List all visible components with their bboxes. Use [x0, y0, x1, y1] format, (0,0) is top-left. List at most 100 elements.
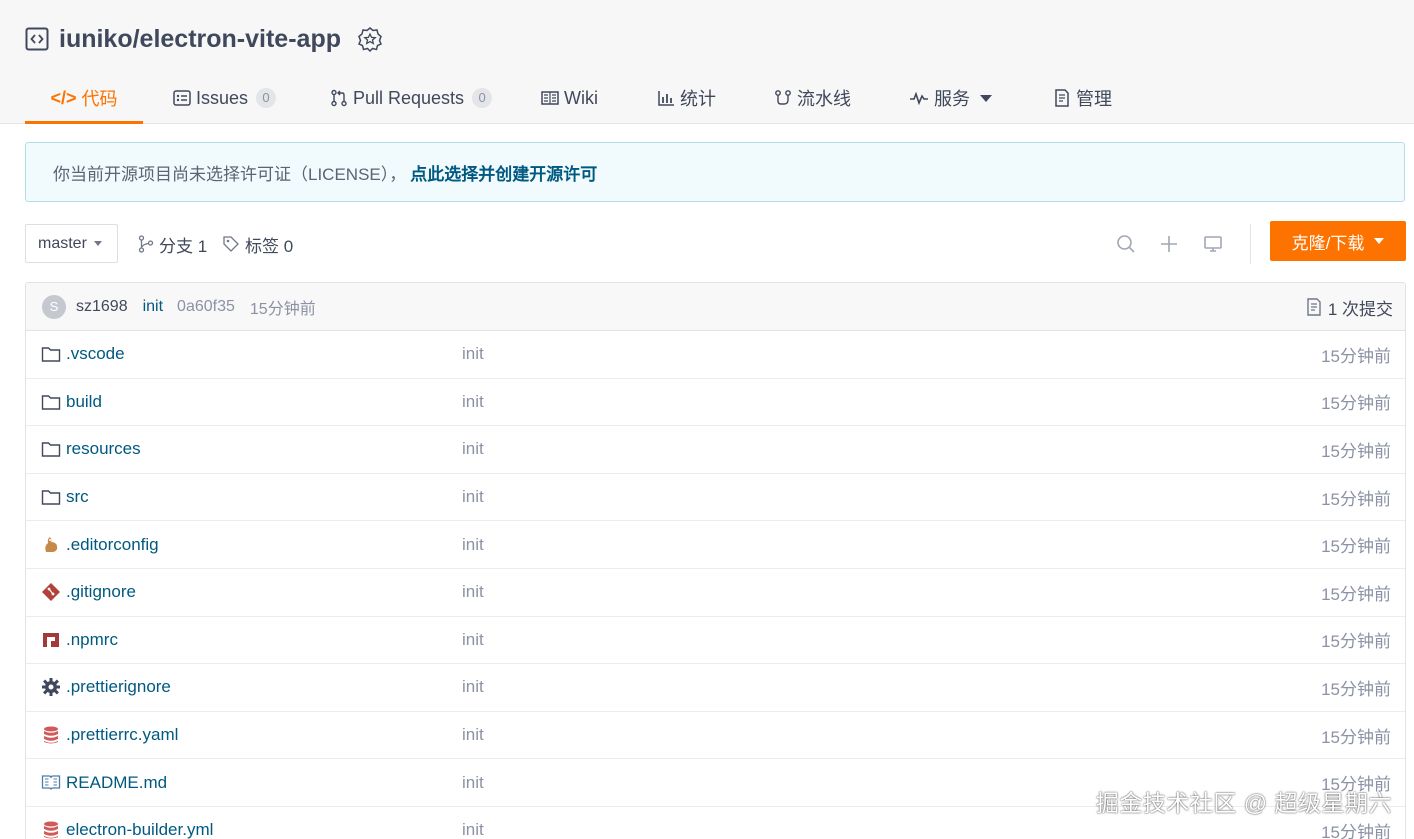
- gear-icon: [41, 677, 61, 697]
- file-commit-time: 15分钟前: [1321, 822, 1391, 839]
- table-row[interactable]: .gitignore init 15分钟前: [26, 569, 1405, 617]
- commit-sha-link[interactable]: 0a60f35: [177, 298, 235, 316]
- table-row[interactable]: .npmrc init 15分钟前: [26, 617, 1405, 665]
- file-commit-message-link[interactable]: init: [462, 535, 484, 555]
- tab-pull-requests[interactable]: Pull Requests 0: [330, 72, 493, 124]
- tab-code[interactable]: </> 代码: [25, 72, 143, 124]
- file-commit-time: 15分钟前: [1321, 394, 1391, 414]
- file-name-link[interactable]: .prettierignore: [66, 677, 171, 697]
- book-icon: [541, 91, 559, 105]
- watermark-text: 掘金技术社区 @ 超级星期六: [1095, 790, 1392, 816]
- file-commit-message-link[interactable]: init: [462, 344, 484, 364]
- config-file-icon: [41, 820, 61, 839]
- file-commit-time: 15分钟前: [1321, 489, 1391, 509]
- license-notice-text: 你当前开源项目尚未选择许可证（LICENSE），: [53, 164, 407, 184]
- file-commit-time: 15分钟前: [1321, 632, 1391, 652]
- table-row[interactable]: .vscode init 15分钟前: [26, 331, 1405, 379]
- file-commit-time: 15分钟前: [1321, 441, 1391, 461]
- file-commit-time: 15分钟前: [1321, 584, 1391, 604]
- table-row[interactable]: .prettierrc.yaml init 15分钟前: [26, 712, 1405, 760]
- file-name-link[interactable]: .vscode: [66, 344, 125, 364]
- repo-toolbar: master 分支 1 标签 0 克隆/下载: [25, 221, 1406, 264]
- file-commit-message-link[interactable]: init: [462, 820, 484, 839]
- add-file-icon[interactable]: [1157, 232, 1181, 256]
- caret-down-icon: [93, 241, 102, 246]
- create-license-link[interactable]: 点此选择并创建开源许可: [410, 160, 597, 185]
- file-commit-message-link[interactable]: init: [462, 439, 484, 459]
- folder-icon: [41, 439, 61, 459]
- tab-wiki[interactable]: Wiki: [541, 72, 598, 124]
- tag-icon: [223, 236, 239, 252]
- file-commit-time: 15分钟前: [1321, 679, 1391, 699]
- file-name-link[interactable]: build: [66, 392, 102, 412]
- issues-icon: [173, 90, 191, 106]
- commits-doc-icon: [1307, 298, 1321, 316]
- caret-down-icon: [1374, 238, 1385, 244]
- git-icon: [41, 582, 61, 602]
- repo-code-icon: [25, 27, 49, 51]
- file-commit-message-link[interactable]: init: [462, 582, 484, 602]
- table-row[interactable]: .editorconfig init 15分钟前: [26, 521, 1405, 569]
- folder-icon: [41, 392, 61, 412]
- file-name-link[interactable]: resources: [66, 439, 141, 459]
- tab-pipeline[interactable]: 流水线: [774, 72, 851, 124]
- file-tree: S sz1698 init 0a60f35 15分钟前 1 次提交 .vscod…: [25, 282, 1406, 839]
- file-commit-message-link[interactable]: init: [462, 487, 484, 507]
- folder-icon: [41, 487, 61, 507]
- file-name-link[interactable]: .prettierrc.yaml: [66, 725, 178, 745]
- commit-message-link[interactable]: init: [143, 298, 163, 316]
- commit-author-link[interactable]: sz1698: [76, 298, 128, 316]
- repo-title: iuniko/electron-vite-app: [25, 22, 383, 56]
- file-name-link[interactable]: .editorconfig: [66, 535, 159, 555]
- table-row[interactable]: src init 15分钟前: [26, 474, 1405, 522]
- folder-icon: [41, 344, 61, 364]
- pipeline-icon: [775, 90, 791, 105]
- pr-count-badge: 0: [472, 88, 493, 108]
- table-row[interactable]: resources init 15分钟前: [26, 426, 1405, 474]
- file-commit-message-link[interactable]: init: [462, 725, 484, 745]
- editorconfig-icon: [41, 534, 61, 554]
- config-file-icon: [41, 725, 61, 745]
- clone-download-button[interactable]: 克隆/下载: [1270, 221, 1406, 261]
- commit-count-link[interactable]: 1 次提交: [1306, 283, 1393, 331]
- recommended-badge-icon[interactable]: [357, 26, 383, 52]
- chevron-down-icon: [980, 94, 992, 102]
- pull-request-icon: [331, 89, 347, 107]
- web-ide-icon[interactable]: [1201, 232, 1225, 256]
- latest-commit-bar: S sz1698 init 0a60f35 15分钟前 1 次提交: [26, 283, 1405, 331]
- file-commit-time: 15分钟前: [1321, 346, 1391, 366]
- npm-icon: [41, 630, 61, 650]
- repo-name-link[interactable]: iuniko/electron-vite-app: [59, 25, 341, 54]
- tab-manage[interactable]: 管理: [1053, 72, 1112, 124]
- pulse-icon: [910, 91, 928, 106]
- tags-link[interactable]: 标签 0: [222, 224, 293, 264]
- file-commit-message-link[interactable]: init: [462, 630, 484, 650]
- file-commit-time: 15分钟前: [1321, 537, 1391, 557]
- file-commit-message-link[interactable]: init: [462, 677, 484, 697]
- file-name-link[interactable]: .gitignore: [66, 582, 136, 602]
- settings-doc-icon: [1055, 89, 1069, 107]
- commit-time: 15分钟前: [249, 300, 316, 318]
- file-name-link[interactable]: README.md: [66, 773, 167, 793]
- file-name-link[interactable]: electron-builder.yml: [66, 820, 213, 839]
- toolbar-divider: [1250, 224, 1251, 264]
- branches-link[interactable]: 分支 1: [138, 224, 207, 264]
- avatar[interactable]: S: [42, 294, 66, 319]
- code-icon: </>: [50, 87, 77, 108]
- tab-issues[interactable]: Issues 0: [173, 72, 277, 124]
- tab-stats[interactable]: 统计: [657, 72, 716, 124]
- tab-services[interactable]: 服务: [909, 72, 992, 124]
- readme-book-icon: [41, 772, 61, 792]
- file-name-link[interactable]: .npmrc: [66, 630, 118, 650]
- file-list: .vscode init 15分钟前 build init 15分钟前 resources i…: [26, 331, 1405, 839]
- issues-count-badge: 0: [256, 88, 277, 108]
- branch-select[interactable]: master: [25, 224, 118, 263]
- repo-header: iuniko/electron-vite-app </> 代码 Issues 0…: [0, 0, 1414, 124]
- table-row[interactable]: build init 15分钟前: [26, 379, 1405, 427]
- table-row[interactable]: .prettierignore init 15分钟前: [26, 664, 1405, 712]
- file-commit-message-link[interactable]: init: [462, 773, 484, 793]
- branch-icon: [138, 235, 154, 253]
- file-name-link[interactable]: src: [66, 487, 89, 507]
- file-commit-message-link[interactable]: init: [462, 392, 484, 412]
- search-icon[interactable]: [1114, 232, 1138, 256]
